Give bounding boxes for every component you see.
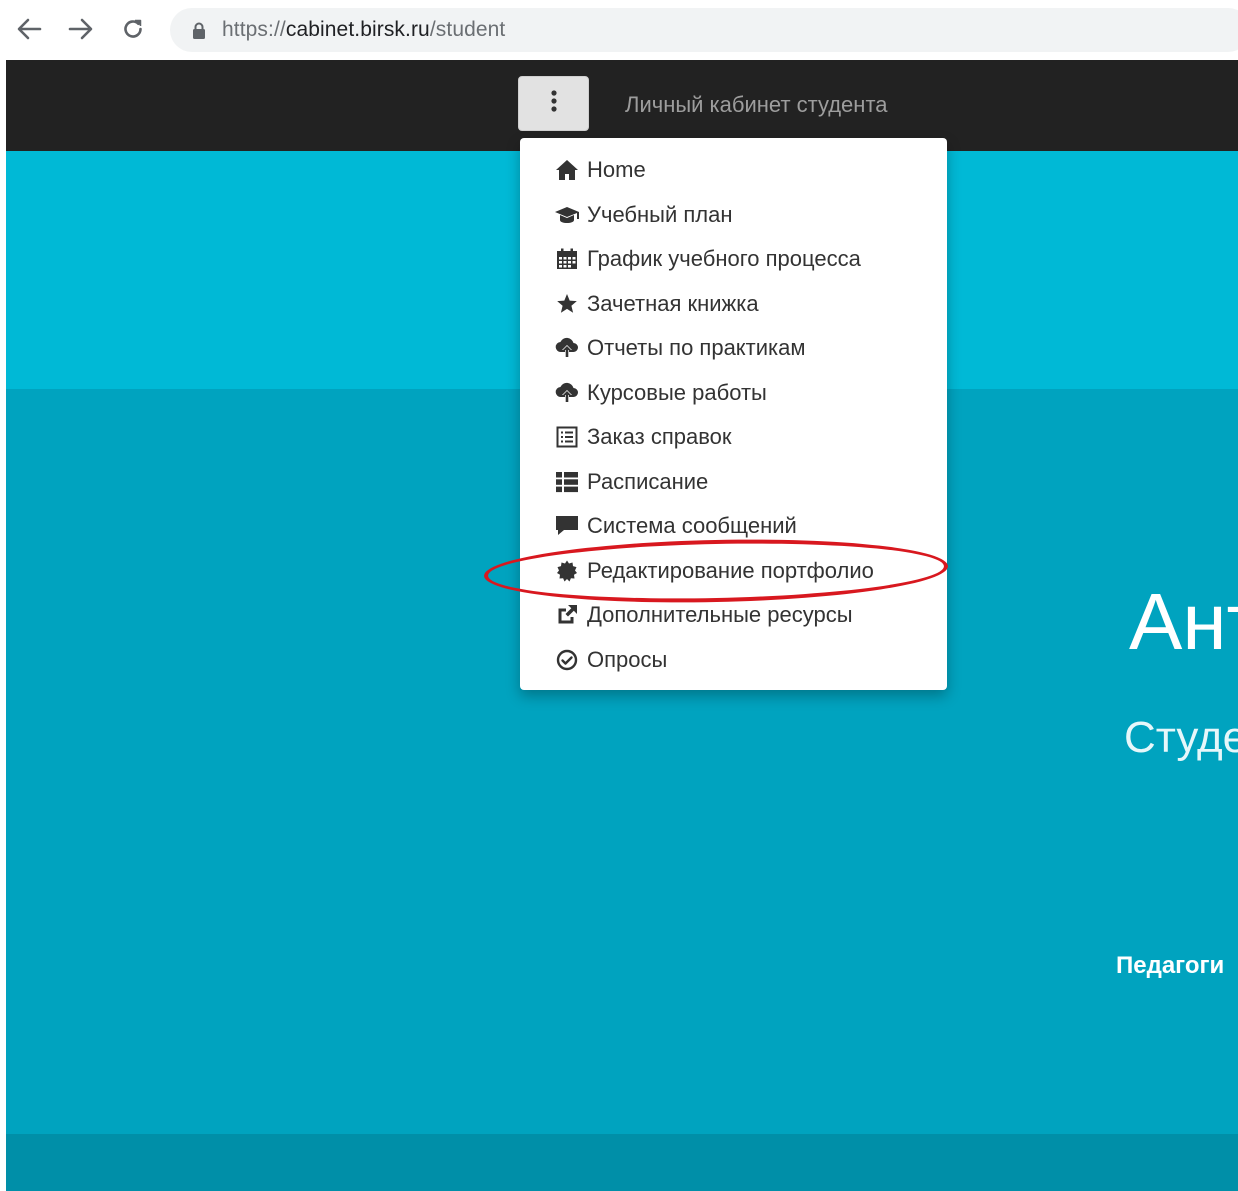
menu-item-label: Зачетная книжка bbox=[587, 290, 759, 316]
share-square-icon bbox=[554, 604, 580, 626]
menu-item-study-plan[interactable]: Учебный план bbox=[520, 193, 947, 238]
menu-item-additional-resources[interactable]: Дополнительные ресурсы bbox=[520, 593, 947, 638]
th-list-icon bbox=[554, 471, 580, 493]
menu-item-label: Дополнительные ресурсы bbox=[587, 602, 853, 628]
menu-item-label: Курсовые работы bbox=[587, 379, 767, 405]
student-faculty: Педагоги bbox=[1116, 952, 1225, 979]
menu-item-label: Редактирование портфолио bbox=[587, 557, 874, 583]
forward-arrow-icon[interactable] bbox=[66, 14, 96, 44]
check-circle-icon bbox=[554, 649, 580, 671]
menu-item-surveys[interactable]: Опросы bbox=[520, 638, 947, 683]
menu-item-label: Home bbox=[587, 157, 646, 183]
vertical-ellipsis-icon bbox=[550, 89, 558, 118]
page-content: Личный кабинет студента Ант Студе Педаго… bbox=[6, 60, 1238, 1191]
footer-band bbox=[6, 1134, 1238, 1191]
menu-item-edit-portfolio[interactable]: Редактирование портфолио bbox=[520, 549, 947, 594]
menu-item-messages[interactable]: Система сообщений bbox=[520, 504, 947, 549]
graduation-cap-icon bbox=[554, 204, 580, 226]
student-role: Студе bbox=[1124, 713, 1238, 762]
menu-item-coursework[interactable]: Курсовые работы bbox=[520, 371, 947, 416]
cloud-upload-icon bbox=[554, 337, 580, 359]
menu-item-label: Учебный план bbox=[587, 201, 733, 227]
student-name: Ант bbox=[1129, 577, 1238, 666]
menu-item-home[interactable]: Home bbox=[520, 148, 947, 193]
menu-item-timetable[interactable]: Расписание bbox=[520, 460, 947, 505]
lock-icon bbox=[192, 21, 208, 39]
url-text: https://cabinet.birsk.ru/student bbox=[222, 18, 506, 41]
navbar-brand[interactable]: Личный кабинет студента bbox=[625, 92, 888, 118]
reload-icon[interactable] bbox=[118, 14, 148, 44]
star-icon bbox=[554, 293, 580, 315]
menu-item-practice-reports[interactable]: Отчеты по практикам bbox=[520, 326, 947, 371]
menu-item-certificate-order[interactable]: Заказ справок bbox=[520, 415, 947, 460]
cloud-upload-icon bbox=[554, 382, 580, 404]
menu-item-label: Заказ справок bbox=[587, 424, 732, 450]
back-arrow-icon[interactable] bbox=[14, 14, 44, 44]
menu-item-gradebook[interactable]: Зачетная книжка bbox=[520, 282, 947, 327]
certificate-icon bbox=[554, 560, 580, 582]
address-bar[interactable]: https://cabinet.birsk.ru/student bbox=[170, 8, 1238, 52]
nav-dropdown-menu: Home Учебный план График учебного процес… bbox=[520, 138, 947, 690]
menu-item-label: Опросы bbox=[587, 646, 668, 672]
menu-item-label: Отчеты по практикам bbox=[587, 335, 806, 361]
comment-icon bbox=[554, 515, 580, 537]
menu-item-label: График учебного процесса bbox=[587, 246, 861, 272]
calendar-icon bbox=[554, 248, 580, 270]
list-alt-icon bbox=[554, 426, 580, 448]
menu-toggle-button[interactable] bbox=[518, 76, 589, 131]
menu-item-schedule-process[interactable]: График учебного процесса bbox=[520, 237, 947, 282]
browser-toolbar: https://cabinet.birsk.ru/student bbox=[0, 0, 1238, 60]
menu-item-label: Система сообщений bbox=[587, 513, 797, 539]
home-icon bbox=[554, 159, 580, 181]
menu-item-label: Расписание bbox=[587, 468, 709, 494]
